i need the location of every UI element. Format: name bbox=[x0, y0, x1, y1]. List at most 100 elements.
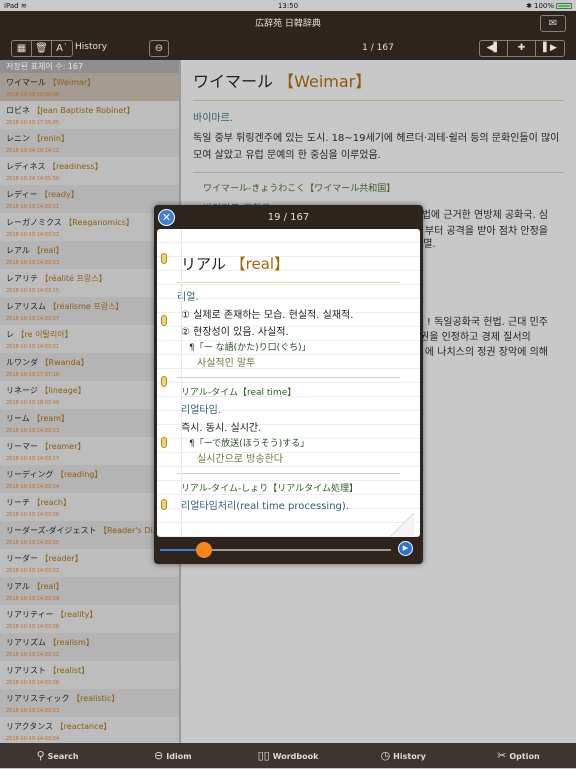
history-item[interactable]: リーダー 【reader】 2018-10-19 14:03:02 bbox=[0, 549, 179, 577]
history-item[interactable]: リーム 【ream】 2018-10-19 14:03:13 bbox=[0, 409, 179, 437]
entry-fragment: 부터 공격을 받아 점차 안정을 bbox=[424, 226, 548, 237]
history-item-date: 2018-10-19 14:03:03 bbox=[6, 708, 60, 714]
history-item-date: 2018-10-24 16:14:12 bbox=[6, 148, 60, 154]
tab-history[interactable]: ◷ History bbox=[346, 743, 461, 768]
history-item-date: 2018-10-19 14:03:09 bbox=[6, 596, 60, 602]
play-icon: ▶ bbox=[402, 544, 409, 552]
history-item[interactable]: レ 【re 이탈리아】 2018-10-19 14:03:01 bbox=[0, 325, 179, 353]
history-item-date: 2018-10-19 14:03:08 bbox=[6, 624, 60, 630]
history-item-title: リアル 【real】 bbox=[6, 582, 64, 591]
card-sub-entry: リアル-タイム【real time】 bbox=[181, 388, 297, 398]
next-entry-button[interactable]: ▌▶ bbox=[536, 41, 564, 56]
binder-ring-icon bbox=[161, 376, 167, 387]
history-item[interactable]: レニン 【renin】 2018-10-24 16:14:12 bbox=[0, 129, 179, 157]
card-sub-definition: 즉시. 동시. 실시간. bbox=[181, 423, 262, 434]
history-item-date: 2018-10-19 14:03:08 bbox=[6, 680, 60, 686]
card-headword: リアル bbox=[181, 255, 226, 273]
history-item[interactable]: リアリスト 【realist】 2018-10-19 14:03:08 bbox=[0, 661, 179, 689]
history-item-title: リーディング 【reading】 bbox=[6, 470, 103, 479]
card-sub-reading: 리얼타임. bbox=[181, 405, 221, 416]
entry-headword: ワイマール bbox=[193, 72, 274, 91]
card-sense: ① 실제로 존재하는 모습. 현실적. 실재적. bbox=[181, 310, 354, 321]
history-item[interactable]: リアリスティック 【realistic】 2018-10-19 14:03:03 bbox=[0, 689, 179, 717]
history-item[interactable]: リネージ 【lineage】 2018-10-19 18:03:49 bbox=[0, 381, 179, 409]
history-item[interactable]: レアル 【real】 2018-10-19 14:03:03 bbox=[0, 241, 179, 269]
status-bar: iPad ≋ 13:50 ✱ 100% bbox=[0, 0, 576, 11]
tab-wordbook[interactable]: ▯▯ Wordbook bbox=[230, 743, 345, 768]
card-original: 【real】 bbox=[230, 255, 290, 273]
history-item-title: ルワンダ 【Rwanda】 bbox=[6, 358, 89, 367]
entry-fragment: 권을 인정하고 경제 질서의 bbox=[420, 332, 531, 343]
history-item-title: レーガノミクス 【Reaganomics】 bbox=[6, 218, 134, 227]
history-item[interactable]: レディネス 【readiness】 2018-10-24 14:05:50 bbox=[0, 157, 179, 185]
tab-option[interactable]: ✂ Option bbox=[461, 743, 576, 768]
history-item[interactable]: リーマー 【reamer】 2018-10-19 14:03:17 bbox=[0, 437, 179, 465]
history-item[interactable]: レディー 【ready】 2018-10-19 14:03:11 bbox=[0, 185, 179, 213]
card-example: ¶「ーで放送(ほうそう)する」 bbox=[189, 439, 310, 449]
idiom-icon: ⊖ bbox=[154, 749, 164, 762]
entry-nav: ◀▌ ✚ ▌▶ bbox=[479, 40, 565, 57]
history-item-title: リーダーズ-ダイジェスト 【Reader's Di… bbox=[6, 526, 161, 535]
flashcard-popup: ✕ 19 / 167 リアル 【real】 리얼. ① 실제로 존재하는 모습.… bbox=[154, 205, 423, 564]
minus-circle-icon: ⊖ bbox=[154, 43, 164, 54]
history-item[interactable]: リーチ 【reach】 2018-10-19 14:03:06 bbox=[0, 493, 179, 521]
history-item-date: 2018-10-19 14:03:02 bbox=[6, 568, 60, 574]
history-item[interactable]: ロビネ 【Jean Baptiste Robinet】 2018-10-19 17… bbox=[0, 101, 179, 129]
history-item-title: ロビネ 【Jean Baptiste Robinet】 bbox=[6, 106, 135, 115]
export-button[interactable]: ✉ bbox=[540, 15, 566, 32]
prev-entry-button[interactable]: ◀▌ bbox=[480, 41, 508, 56]
remove-button[interactable]: ⊖ bbox=[149, 40, 169, 57]
tab-label: Option bbox=[509, 752, 540, 761]
history-item-date: 2018-10-19 18:09:04 bbox=[6, 92, 60, 98]
tab-label: History bbox=[393, 752, 426, 761]
card-example-translation: 사실적인 말투 bbox=[197, 358, 256, 369]
history-item[interactable]: リアル 【real】 2018-10-19 14:03:09 bbox=[0, 577, 179, 605]
sub-entry-title: ワイマール-きょうわこく【ワイマール共和国】 bbox=[203, 184, 396, 194]
history-label: History bbox=[75, 42, 108, 52]
history-item-title: レディネス 【readiness】 bbox=[6, 162, 103, 171]
history-item-title: リアリスティック 【realistic】 bbox=[6, 694, 120, 703]
history-item[interactable]: リーダーズ-ダイジェスト 【Reader's Di… 2018-10-19 14:… bbox=[0, 521, 179, 549]
entry-fragment: 법에 근거한 연방제 공화국. 심 bbox=[421, 210, 548, 221]
calendar-icon[interactable]: ▦ bbox=[12, 41, 32, 56]
history-item[interactable]: リーディング 【reading】 2018-10-19 14:03:14 bbox=[0, 465, 179, 493]
book-icon: ▯▯ bbox=[257, 749, 270, 762]
tab-label: Search bbox=[47, 752, 79, 761]
history-item[interactable]: レアリテ 【réalité 프랑스】 2018-10-19 14:03:15 bbox=[0, 269, 179, 297]
slider-knob[interactable] bbox=[195, 542, 212, 558]
add-button[interactable]: ✚ bbox=[508, 41, 536, 56]
binder-ring-icon bbox=[161, 315, 167, 326]
card-paper: リアル 【real】 리얼. ① 실제로 존재하는 모습. 현실적. 실재적. … bbox=[157, 229, 420, 537]
card-sense: ② 현장성이 있음. 사실적. bbox=[181, 327, 289, 338]
card-sub-reading: 리얼타임처리(real time processing). bbox=[181, 501, 349, 512]
history-item[interactable]: ルワンダ 【Rwanda】 2018-10-19 17:37:18 bbox=[0, 353, 179, 381]
tab-bar: ⚲ Search ⊖ Idiom ▯▯ Wordbook ◷ History ✂ Opti… bbox=[0, 743, 576, 768]
app-title: 広辞苑 日韓辞典 bbox=[255, 19, 321, 29]
history-item-title: レアル 【real】 bbox=[6, 246, 64, 255]
card-slider[interactable] bbox=[160, 542, 391, 558]
export-icon: ✉ bbox=[548, 18, 558, 29]
tab-search[interactable]: ⚲ Search bbox=[0, 743, 115, 768]
page-curl-icon[interactable] bbox=[390, 513, 414, 537]
entry-body: 독일 중부 튀링겐주에 있는 도시. 18~19세기에 헤르더·괴테·쉴러 등의… bbox=[193, 133, 560, 161]
card-sub-entry: リアル-タイム-しょり【リアルタイム処理】 bbox=[181, 484, 358, 494]
font-size-icon[interactable]: A˙ bbox=[52, 41, 72, 56]
history-item-title: リーマー 【reamer】 bbox=[6, 442, 86, 451]
trash-icon[interactable]: 🗑 bbox=[32, 41, 52, 56]
history-item-title: レディー 【ready】 bbox=[6, 190, 79, 199]
tab-idiom[interactable]: ⊖ Idiom bbox=[115, 743, 230, 768]
app-header: 広辞苑 日韓辞典 ✉ bbox=[0, 11, 576, 40]
history-item[interactable]: レーガノミクス 【Reaganomics】 2018-10-19 14:03:02 bbox=[0, 213, 179, 241]
toolbar: ▦ 🗑 A˙ History ⊖ 1 / 167 ◀▌ ✚ ▌▶ bbox=[0, 40, 576, 60]
clock: 13:50 bbox=[277, 1, 299, 10]
history-item[interactable]: リアリティー 【reality】 2018-10-19 14:03:08 bbox=[0, 605, 179, 633]
history-item[interactable]: リアリズム 【realism】 2018-10-19 14:03:12 bbox=[0, 633, 179, 661]
clock-icon: ◷ bbox=[380, 749, 391, 762]
tab-label: Wordbook bbox=[272, 752, 319, 761]
history-item[interactable]: リアクタンス 【reactance】 2018-10-19 14:03:04 bbox=[0, 717, 179, 743]
play-button[interactable]: ▶ bbox=[398, 541, 413, 556]
binder-ring-icon bbox=[161, 499, 167, 510]
history-item[interactable]: ワイマール 【Weimar】 2018-10-19 18:09:04 bbox=[0, 73, 179, 101]
history-item[interactable]: レアリスム 【réalisme 프랑스】 2018-10-19 14:03:07 bbox=[0, 297, 179, 325]
history-item-date: 2018-10-19 14:03:04 bbox=[6, 736, 60, 742]
